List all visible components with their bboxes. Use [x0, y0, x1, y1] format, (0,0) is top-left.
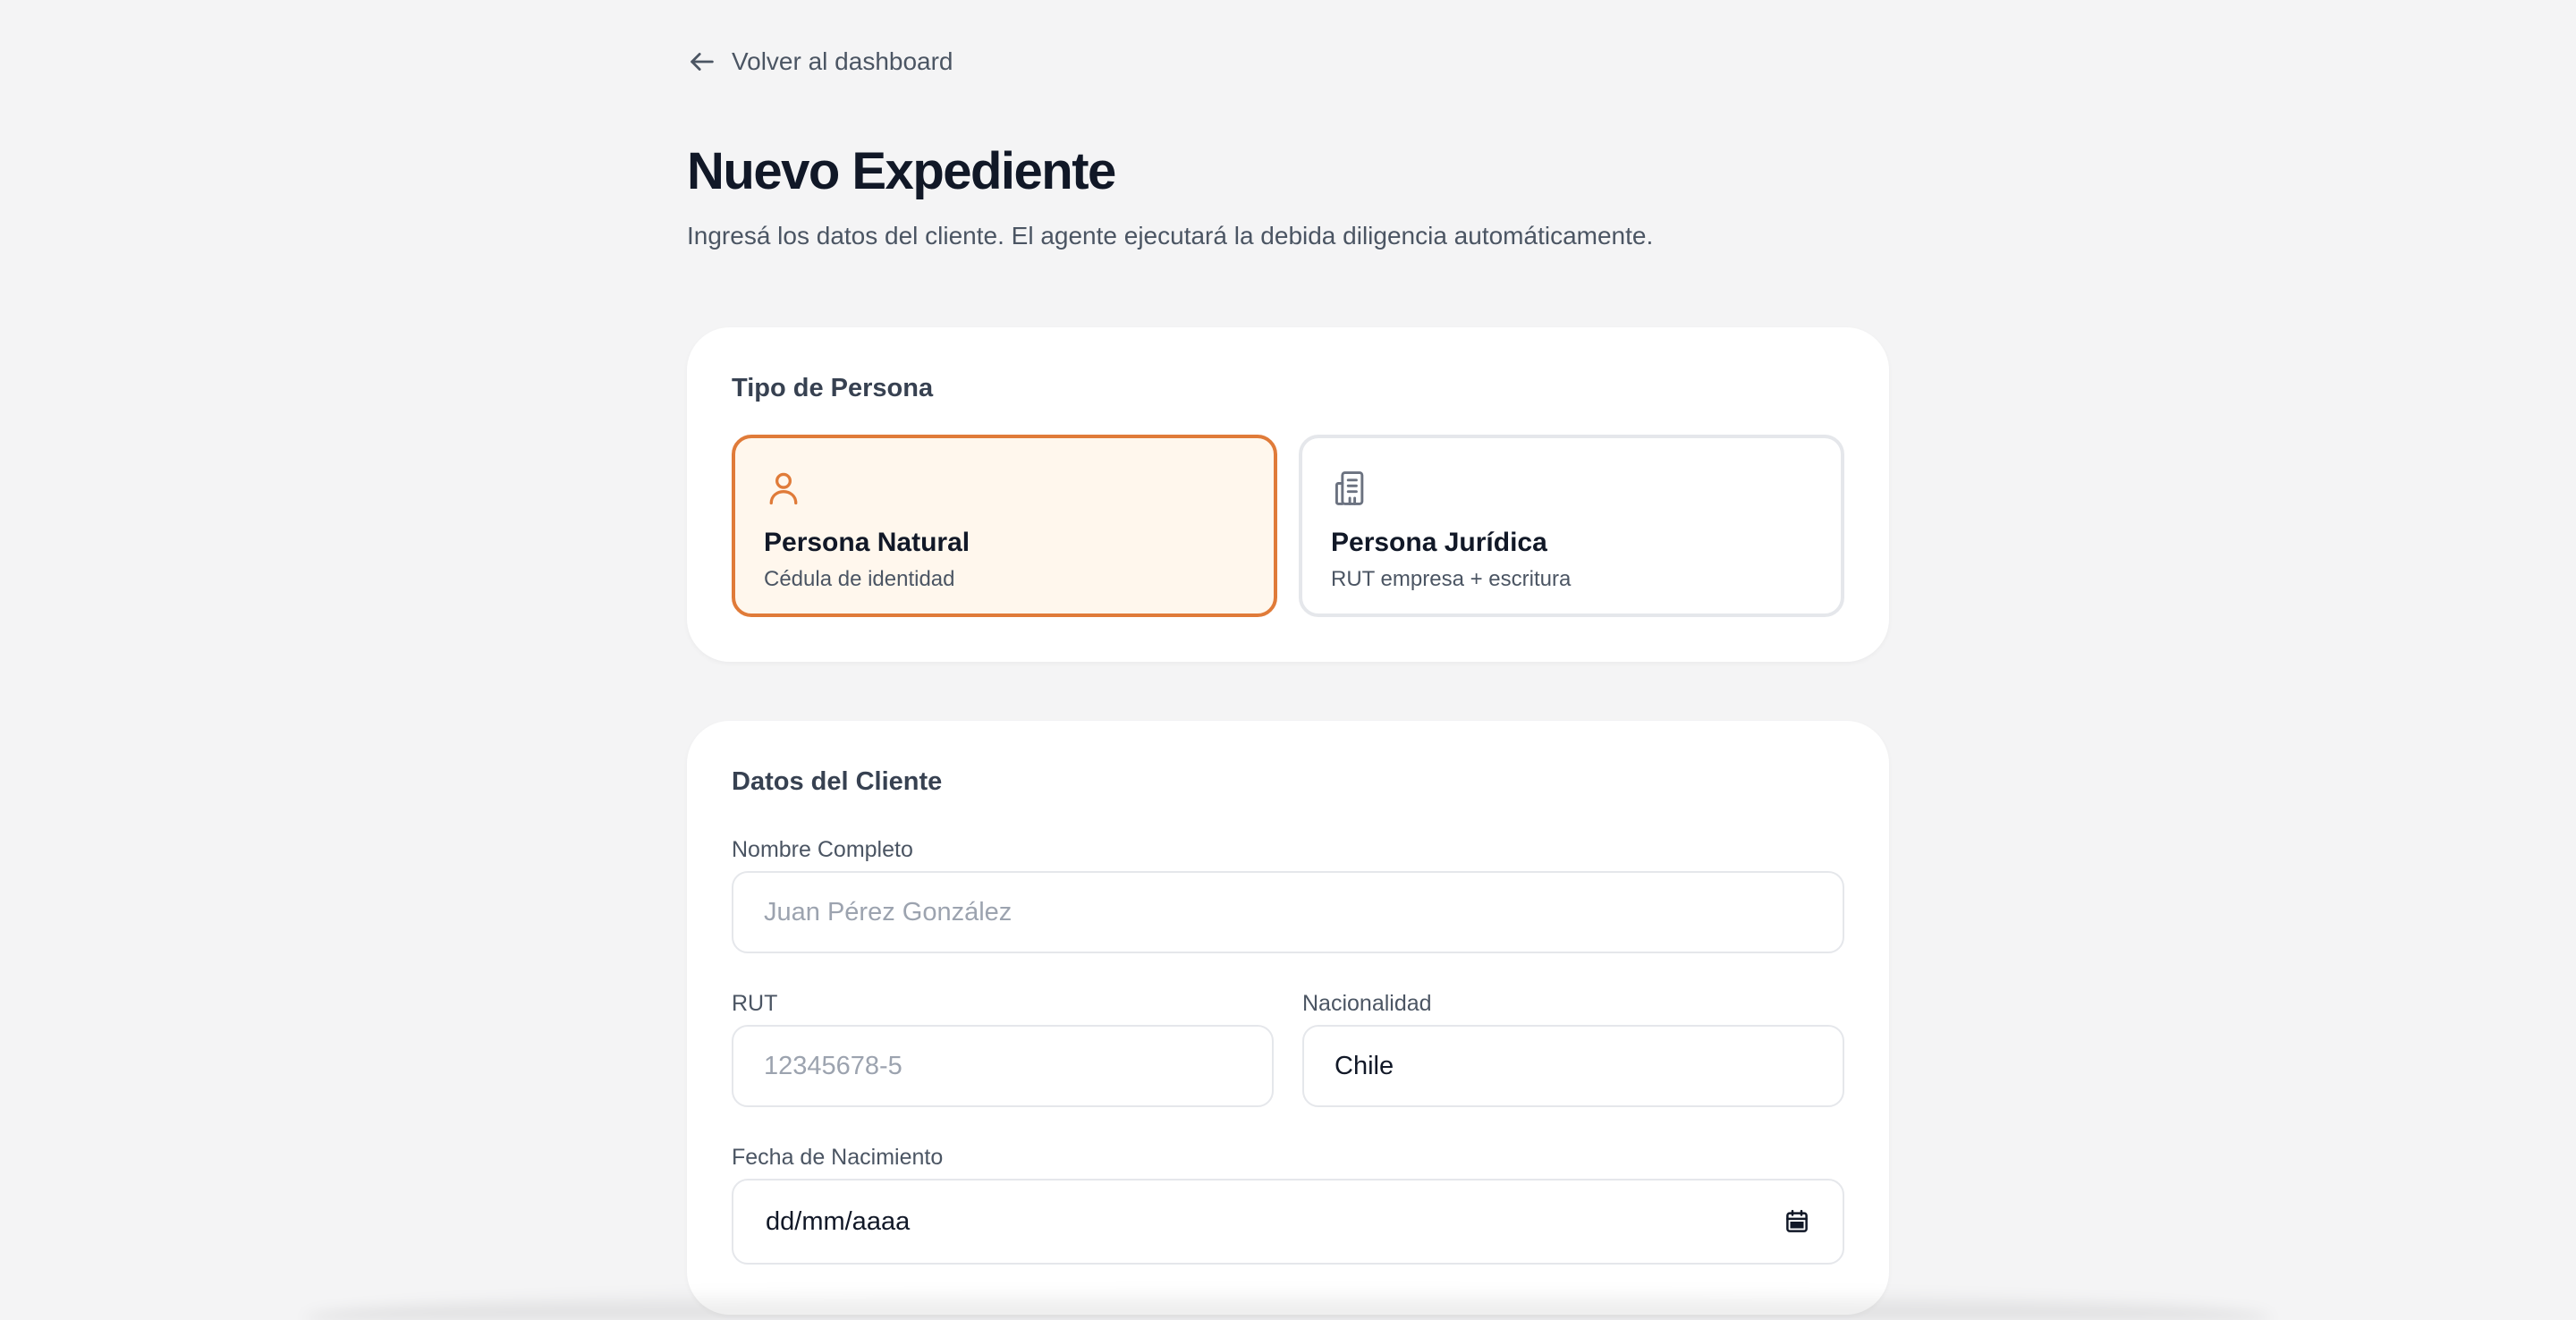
rut-label: RUT — [732, 991, 778, 1016]
bottom-edge-shadow — [304, 1288, 2272, 1320]
page: Volver al dashboard Nuevo Expediente Ing… — [0, 0, 2576, 1320]
nationality-input[interactable] — [1302, 1025, 1844, 1107]
person-type-heading: Tipo de Persona — [732, 374, 934, 402]
client-data-heading: Datos del Cliente — [732, 767, 943, 796]
option-description: Cédula de identidad — [764, 567, 955, 591]
option-description: RUT empresa + escritura — [1331, 567, 1572, 591]
option-title: Persona Jurídica — [1331, 528, 1547, 557]
full-name-input[interactable] — [732, 871, 1844, 953]
arrow-left-icon — [691, 53, 714, 71]
full-name-label: Nombre Completo — [732, 837, 913, 862]
birth-date-value: dd/mm/aaaa — [766, 1206, 911, 1236]
back-to-dashboard-link[interactable]: Volver al dashboard — [687, 47, 953, 77]
rut-input[interactable] — [732, 1025, 1274, 1107]
person-type-card: Tipo de Persona Persona Natural Cédula d… — [687, 327, 1889, 662]
calendar-icon[interactable] — [1784, 1208, 1810, 1235]
page-title: Nuevo Expediente — [687, 142, 1116, 200]
birth-date-label: Fecha de Nacimiento — [732, 1145, 944, 1170]
birth-date-input[interactable]: dd/mm/aaaa — [732, 1179, 1844, 1265]
client-data-card: Datos del Cliente Nombre Completo RUT Na… — [687, 721, 1889, 1315]
option-title: Persona Natural — [764, 528, 970, 557]
person-type-natural-option[interactable]: Persona Natural Cédula de identidad — [732, 435, 1277, 617]
nationality-label: Nacionalidad — [1302, 991, 1432, 1016]
person-type-juridica-option[interactable]: Persona Jurídica RUT empresa + escritura — [1299, 435, 1844, 617]
back-link-label: Volver al dashboard — [732, 47, 953, 75]
building-icon — [1335, 471, 1364, 505]
user-icon — [769, 472, 798, 505]
page-subtitle: Ingresá los datos del cliente. El agente… — [687, 222, 1654, 250]
